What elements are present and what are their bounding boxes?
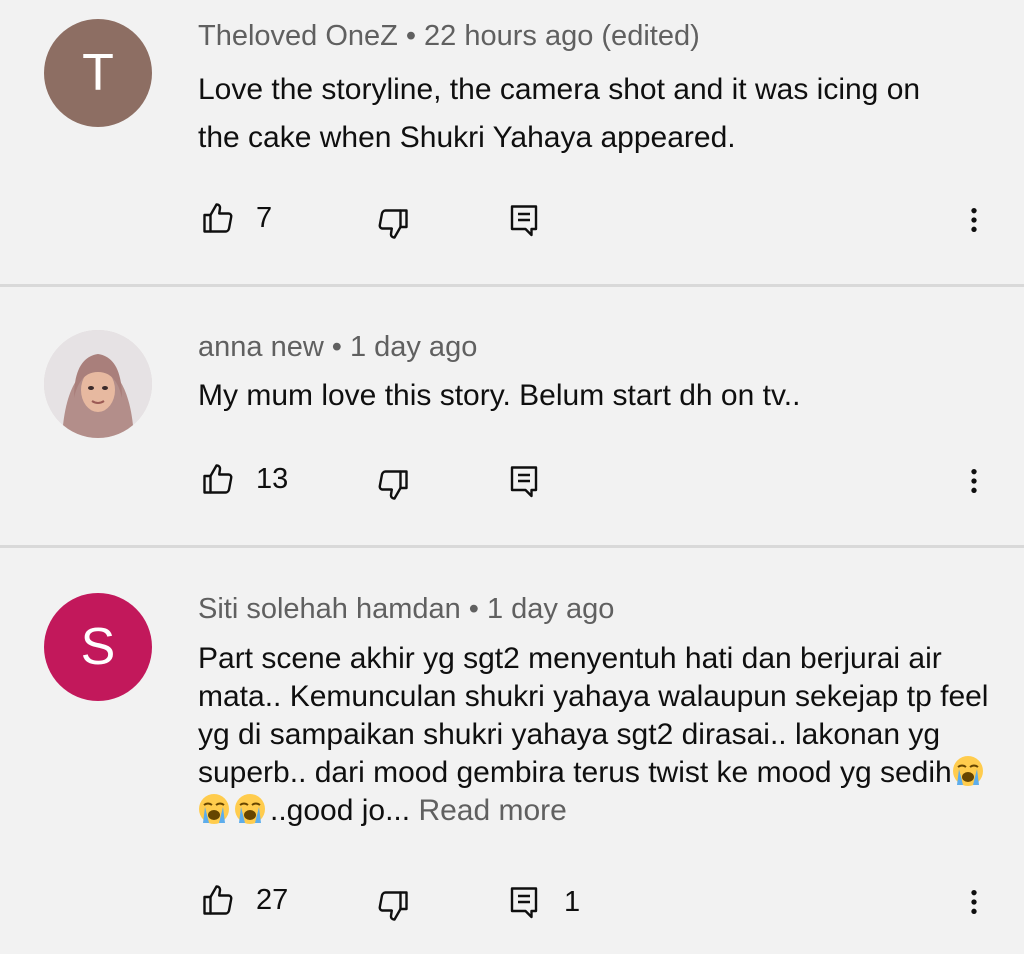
avatar[interactable]: S (44, 593, 152, 701)
comment-time: 1 day ago (349, 331, 478, 363)
comment-meta: Siti solehah hamdan • 1 day ago (198, 593, 614, 626)
reply-button[interactable]: 1 (506, 884, 580, 920)
more-vert-icon (971, 469, 977, 493)
comment-actions: 13 (0, 451, 1024, 511)
comment-text-main: Part scene akhir yg sgt2 menyentuh hati … (198, 642, 989, 789)
comment: S Siti solehah hamdan • 1 day ago Part sce… (0, 548, 1024, 954)
like-count: 7 (256, 201, 273, 234)
more-options-button[interactable] (958, 463, 990, 499)
reply-comment-icon (510, 887, 538, 919)
meta-separator: • (468, 593, 479, 625)
like-count: 13 (256, 462, 289, 495)
dislike-button[interactable] (375, 888, 411, 924)
comment-text: Love the storyline, the camera shot and … (198, 73, 921, 154)
profile-photo (44, 330, 152, 438)
thumbs-down-icon (378, 891, 408, 921)
more-options-button[interactable] (958, 202, 990, 238)
thumbs-down-icon (378, 470, 408, 500)
comment-time: 1 day ago (486, 593, 615, 625)
meta-separator: • (405, 20, 417, 52)
reply-button[interactable] (506, 202, 542, 238)
thumbs-down-icon (378, 209, 408, 239)
avatar-letter: S (80, 618, 116, 676)
more-vert-icon (971, 208, 977, 232)
more-options-button[interactable] (958, 884, 990, 920)
reply-count: 1 (564, 885, 581, 918)
dislike-button[interactable] (375, 206, 411, 242)
comment-text: My mum love this story. Belum start dh o… (198, 379, 801, 412)
meta-separator: • (331, 331, 342, 363)
comment-actions: 7 (0, 188, 1024, 248)
reply-comment-icon (510, 466, 538, 498)
comment-actions: 27 1 (0, 870, 1024, 930)
comment-text-tail: ..good jo... (270, 794, 411, 827)
avatar[interactable]: T (44, 19, 152, 127)
like-count: 27 (256, 883, 289, 916)
comment-time: 22 hours ago (edited) (424, 20, 700, 52)
like-button[interactable]: 7 (200, 200, 272, 236)
reply-comment-icon (510, 205, 538, 237)
avatar[interactable] (44, 330, 152, 438)
thumbs-up-icon (203, 885, 233, 915)
thumbs-up-icon (203, 203, 233, 233)
comment-meta: anna new • 1 day ago (198, 331, 477, 364)
loudly-crying-face-icon (199, 794, 229, 824)
dislike-button[interactable] (375, 467, 411, 503)
loudly-crying-face-icon (235, 794, 265, 824)
comment-meta: Theloved OneZ • 22 hours ago (edited) (198, 20, 700, 53)
thumbs-up-icon (203, 464, 233, 494)
comment: anna new • 1 day ago My mum love this stor… (0, 287, 1024, 545)
comment: T Theloved OneZ • 22 hours ago (edited) Lo… (0, 0, 1024, 284)
like-button[interactable]: 27 (200, 882, 288, 918)
comment-author[interactable]: Siti solehah hamdan (198, 593, 461, 625)
like-button[interactable]: 13 (200, 461, 288, 497)
comment-author[interactable]: Theloved OneZ (198, 20, 398, 52)
comment-author[interactable]: anna new (198, 331, 324, 363)
reply-button[interactable] (506, 463, 542, 499)
avatar-letter: T (82, 44, 114, 102)
more-vert-icon (971, 890, 977, 914)
loudly-crying-face-icon (952, 756, 983, 786)
comment-text: Part scene akhir yg sgt2 menyentuh hati … (198, 640, 998, 830)
read-more-link[interactable]: Read more (418, 794, 566, 827)
